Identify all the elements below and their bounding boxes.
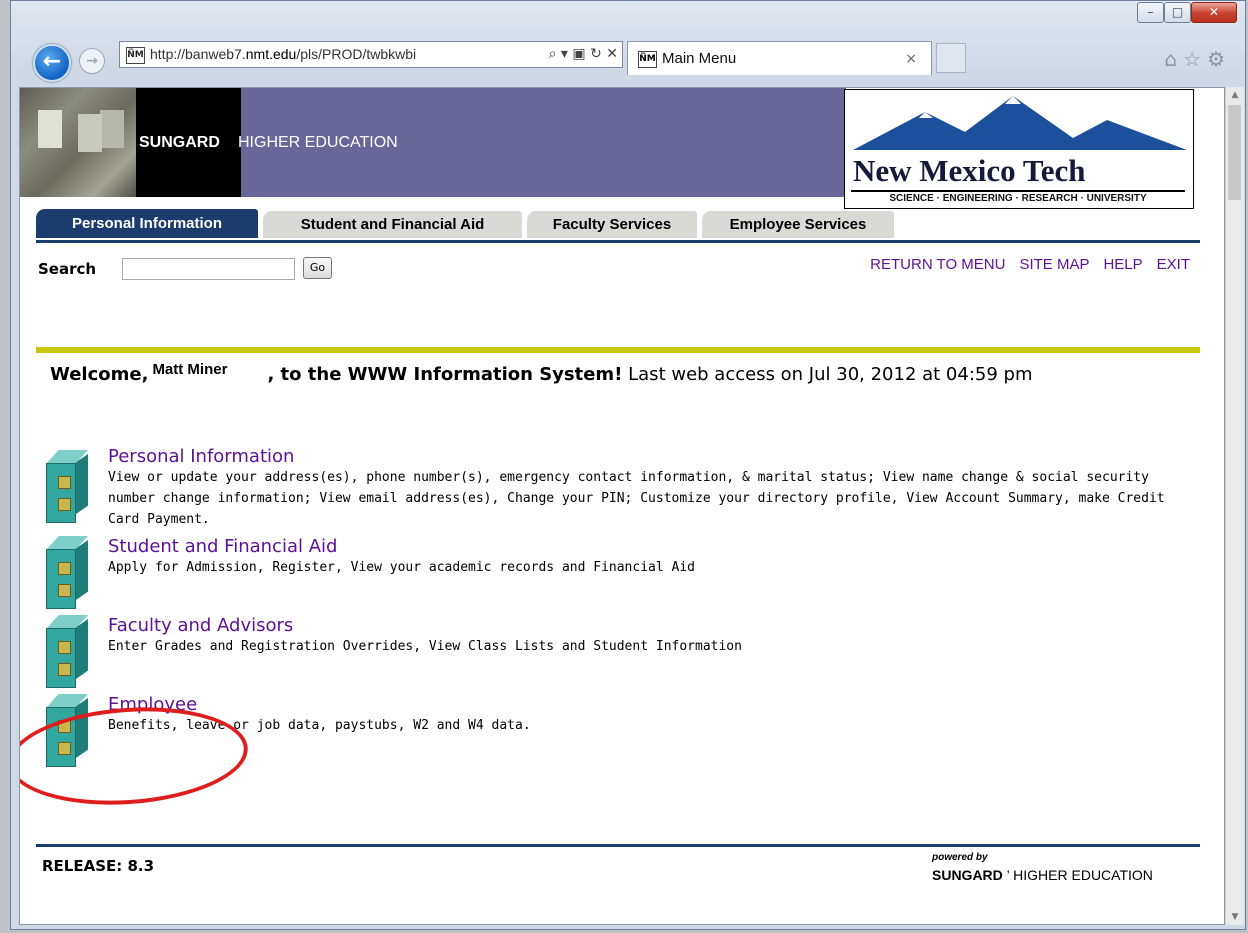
site-map-link[interactable]: SITE MAP [1019, 256, 1089, 273]
exit-link[interactable]: EXIT [1157, 256, 1190, 273]
scroll-thumb[interactable] [1228, 105, 1241, 200]
scroll-up-icon[interactable]: ▲ [1226, 87, 1244, 103]
browser-tab[interactable]: N̅M Main Menu × [627, 41, 932, 75]
higher-education-label: HIGHER EDUCATION [238, 134, 398, 151]
address-bar[interactable]: N̅M http://banweb7.nmt.edu/pls/PROD/twbk… [119, 41, 623, 68]
release-label: RELEASE: 8.3 [42, 857, 155, 875]
footer-brand-light-text: HIGHER EDUCATION [1013, 867, 1153, 883]
scroll-down-icon[interactable]: ▼ [1226, 909, 1244, 925]
user-name: Matt Miner [152, 361, 228, 378]
menu-desc: Apply for Admission, Register, View your… [108, 560, 695, 575]
tab-underline [36, 240, 1200, 243]
close-window-button[interactable]: ✕ [1191, 2, 1237, 23]
welcome-message: Welcome, Matt Miner , to the WWW Informati… [50, 361, 1200, 388]
sungard-brand: SUNGARD [139, 134, 220, 151]
menu-title-student-financial-aid[interactable]: Student and Financial Aid [108, 536, 337, 558]
tab-faculty-services[interactable]: Faculty Services [527, 211, 697, 238]
yellow-divider [36, 347, 1200, 353]
last-access-text: Last web access on Jul 30, 2012 at 04:59… [622, 364, 1033, 385]
menu-desc: Benefits, leave or job data, paystubs, W… [108, 718, 531, 733]
menu-title-faculty-advisors[interactable]: Faculty and Advisors [108, 615, 293, 637]
tab-student-financial-aid[interactable]: Student and Financial Aid [263, 211, 522, 238]
menu-desc: View or update your address(es), phone n… [108, 470, 1165, 527]
sungard-footer-logo: SUNGARD ’ HIGHER EDUCATION [932, 864, 1153, 886]
forward-button[interactable]: → [79, 48, 105, 74]
menu-title-personal-information[interactable]: Personal Information [108, 446, 294, 468]
go-button[interactable]: Go [303, 257, 332, 279]
cabinet-icon [46, 450, 88, 526]
back-button[interactable]: ← [33, 44, 71, 82]
cabinet-icon [46, 615, 88, 691]
mountains-icon [853, 96, 1187, 150]
welcome-middle: , to the WWW Information System! [267, 364, 623, 385]
tab-personal-information[interactable]: Personal Information [36, 209, 258, 238]
address-controls[interactable]: ⌕ ▾ ▣ ↻ ✕ [549, 42, 618, 67]
help-link[interactable]: HELP [1103, 256, 1142, 273]
minimize-button[interactable]: – [1137, 2, 1164, 23]
page-content: SUNGARD HIGHER EDUCATION New Mexico Tech… [19, 87, 1225, 925]
browser-window: – □ ✕ ← → N̅M http://banweb7.nmt.edu/pls… [10, 0, 1246, 930]
new-tab-button[interactable] [936, 43, 966, 73]
search-input[interactable] [122, 258, 295, 280]
tab-favicon-icon: N̅M [638, 51, 657, 68]
title-bar: – □ ✕ [11, 1, 1245, 29]
maximize-button[interactable]: □ [1164, 2, 1191, 23]
footer-divider [36, 844, 1200, 847]
footer-brand-bold: SUNGARD [932, 867, 1003, 883]
star-icon[interactable]: ☆ [1183, 47, 1207, 71]
toolbar-icons: ⌂☆⚙ [1164, 45, 1231, 73]
main-tabs: Personal Information Student and Financi… [20, 209, 1200, 239]
address-url[interactable]: http://banweb7.nmt.edu/pls/PROD/twbkwbi [150, 42, 416, 67]
campus-photo [20, 88, 136, 197]
site-favicon-icon: N̅M [126, 47, 145, 64]
vertical-scrollbar[interactable]: ▲ ▼ [1225, 87, 1244, 925]
powered-by-label: powered by [932, 852, 988, 863]
top-links: RETURN TO MENU SITE MAP HELP EXIT [856, 254, 1190, 276]
footer-brand-light: ’ [1002, 867, 1014, 883]
tab-employee-services[interactable]: Employee Services [702, 211, 894, 238]
cabinet-icon [46, 536, 88, 612]
gear-icon[interactable]: ⚙ [1207, 47, 1231, 71]
nmt-logo: New Mexico Tech SCIENCE · ENGINEERING · … [844, 89, 1194, 209]
return-to-menu-link[interactable]: RETURN TO MENU [870, 256, 1005, 273]
welcome-prefix: Welcome, [50, 364, 149, 385]
menu-desc: Enter Grades and Registration Overrides,… [108, 639, 742, 654]
home-icon[interactable]: ⌂ [1164, 47, 1183, 71]
school-tagline: SCIENCE · ENGINEERING · RESEARCH · UNIVE… [851, 190, 1185, 205]
tab-close-icon[interactable]: × [905, 42, 917, 76]
school-name: New Mexico Tech [853, 153, 1086, 188]
search-label: Search [38, 260, 97, 278]
tab-title: Main Menu [662, 50, 737, 67]
